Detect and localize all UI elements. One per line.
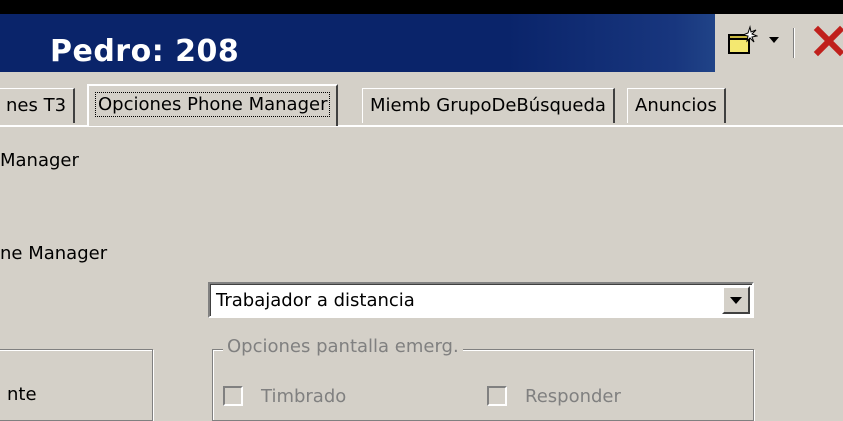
chevron-down-icon[interactable] <box>769 37 779 43</box>
dropdown-button[interactable] <box>722 286 750 314</box>
ring-checkbox-label: Timbrado <box>261 386 347 407</box>
tab-label: Anuncios <box>635 95 717 116</box>
tab-t3[interactable]: nes T3 <box>0 88 76 123</box>
tab-label: Miemb GrupoDeBúsqueda <box>370 95 606 116</box>
top-edge <box>0 0 843 14</box>
window-title: Pedro: 208 <box>50 34 240 69</box>
ring-checkbox[interactable] <box>223 386 243 406</box>
answer-checkbox[interactable] <box>487 386 507 406</box>
separator-highlight <box>794 28 795 58</box>
tab-announcements[interactable]: Anuncios <box>627 88 726 123</box>
popup-options-group: Opciones pantalla emerg. Timbrado Respon… <box>212 336 754 421</box>
tab-hunt-group-members[interactable]: Miemb GrupoDeBúsqueda <box>362 88 615 123</box>
chevron-down-icon <box>730 297 742 304</box>
answer-checkbox-label: Responder <box>525 386 621 407</box>
tab-label: nes T3 <box>6 95 67 116</box>
select-value: Trabajador a distancia <box>216 290 415 311</box>
label-manager: Manager <box>0 150 79 171</box>
phone-manager-mode-select[interactable]: Trabajador a distancia <box>208 282 754 318</box>
new-item-icon[interactable] <box>726 25 758 57</box>
tab-phone-manager[interactable]: Opciones Phone Manager <box>87 84 339 126</box>
label-phone-manager: ne Manager <box>0 243 108 264</box>
group-title: Opciones pantalla emerg. <box>223 336 463 357</box>
left-group-box: nte <box>0 349 153 421</box>
tab-strip: nes T3 Opciones Phone Manager Miemb Grup… <box>0 84 843 128</box>
close-icon[interactable] <box>812 24 843 58</box>
tab-label: Opciones Phone Manager <box>94 92 331 117</box>
left-box-label: nte <box>7 384 37 405</box>
